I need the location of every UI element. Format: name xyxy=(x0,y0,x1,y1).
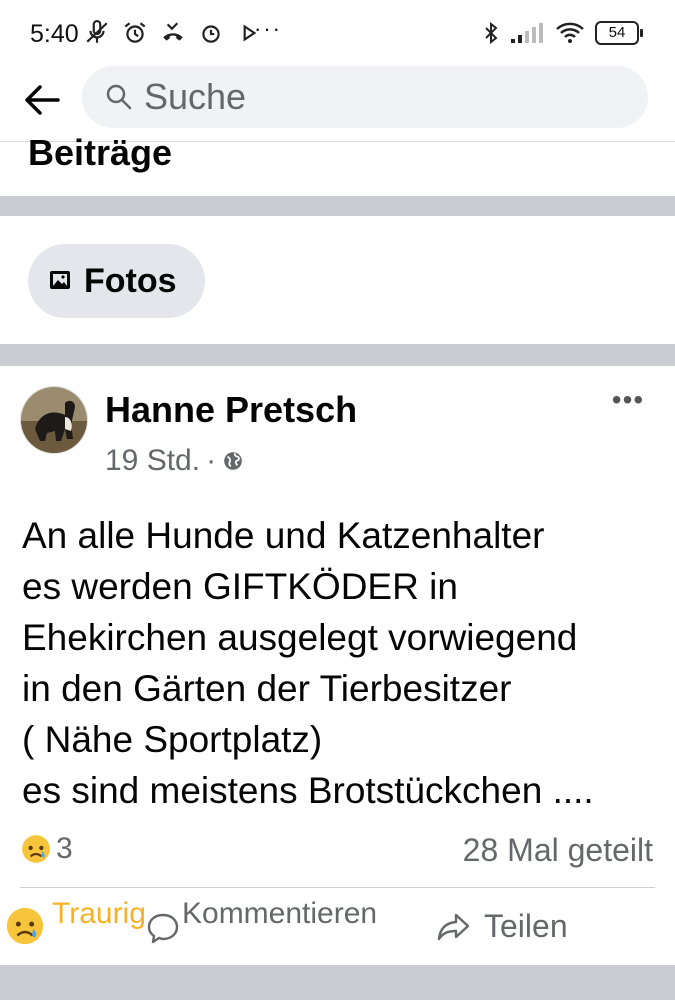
feed-divider xyxy=(0,344,675,366)
share-button[interactable]: Teilen xyxy=(436,908,568,945)
post-options-button[interactable]: ••• xyxy=(604,384,652,415)
comment-label: Kommentieren xyxy=(182,897,378,930)
alarm-icon xyxy=(124,22,146,43)
post-line: Ehekirchen ausgelegt vorwiegend xyxy=(22,617,578,658)
arrow-left-icon xyxy=(25,85,60,115)
share-label: Teilen xyxy=(484,908,568,944)
reaction-summary[interactable]: 3 xyxy=(20,832,73,866)
section-title: Beiträge xyxy=(28,132,173,173)
status-more: ··· xyxy=(254,16,282,41)
battery-icon: 54 xyxy=(595,21,643,45)
signal-icon xyxy=(511,23,543,43)
search-icon xyxy=(106,84,132,110)
reaction-count: 3 xyxy=(56,832,73,865)
post-line: in den Gärten der Tierbesitzer xyxy=(22,668,512,709)
wifi-icon xyxy=(556,22,584,43)
search-bar[interactable] xyxy=(82,66,648,128)
post-line[interactable]: es sind meistens Brotstückchen .... xyxy=(22,765,662,816)
search-input[interactable] xyxy=(144,76,604,118)
photo-icon xyxy=(50,271,70,289)
sad-reaction-icon xyxy=(22,835,50,863)
muted-mic-icon xyxy=(86,20,108,43)
post-text: An alle Hunde und Katzenhalter es werden… xyxy=(22,510,662,816)
comment-button[interactable]: Kommentieren xyxy=(146,895,378,945)
status-bar: 5:40 ··· 54 xyxy=(0,0,675,64)
action-divider xyxy=(20,887,655,888)
avatar[interactable] xyxy=(20,386,88,454)
sad-reaction-icon xyxy=(6,907,44,945)
chip-label: Fotos xyxy=(84,261,177,300)
post-line: An alle Hunde und Katzenhalter xyxy=(22,515,545,556)
post-author[interactable]: Hanne Pretsch xyxy=(105,389,357,431)
sad-reaction-button[interactable]: Traurig xyxy=(4,895,146,947)
post-line: es werden GIFTKÖDER in xyxy=(22,566,458,607)
bluetooth-icon xyxy=(485,21,498,45)
share-icon xyxy=(437,913,470,940)
missed-call-icon xyxy=(163,22,183,41)
clock-icon xyxy=(202,25,220,43)
globe-icon xyxy=(224,452,242,470)
sad-reaction-label: Traurig xyxy=(52,897,146,930)
section-divider xyxy=(0,196,675,216)
status-time: 5:40 xyxy=(30,20,79,48)
photos-filter-chip[interactable]: Fotos xyxy=(28,244,205,318)
share-count[interactable]: 28 Mal geteilt xyxy=(463,832,653,869)
meta-separator: · xyxy=(206,444,217,477)
back-button[interactable] xyxy=(18,76,66,124)
feed-divider-bottom xyxy=(0,965,675,1000)
comment-icon xyxy=(147,913,179,944)
search-header xyxy=(0,64,675,142)
post-time: 19 Std. xyxy=(105,444,201,477)
post-meta: 19 Std. · xyxy=(105,444,244,478)
post-line: ( Nähe Sportplatz) xyxy=(22,719,323,760)
avatar-image xyxy=(21,387,87,453)
